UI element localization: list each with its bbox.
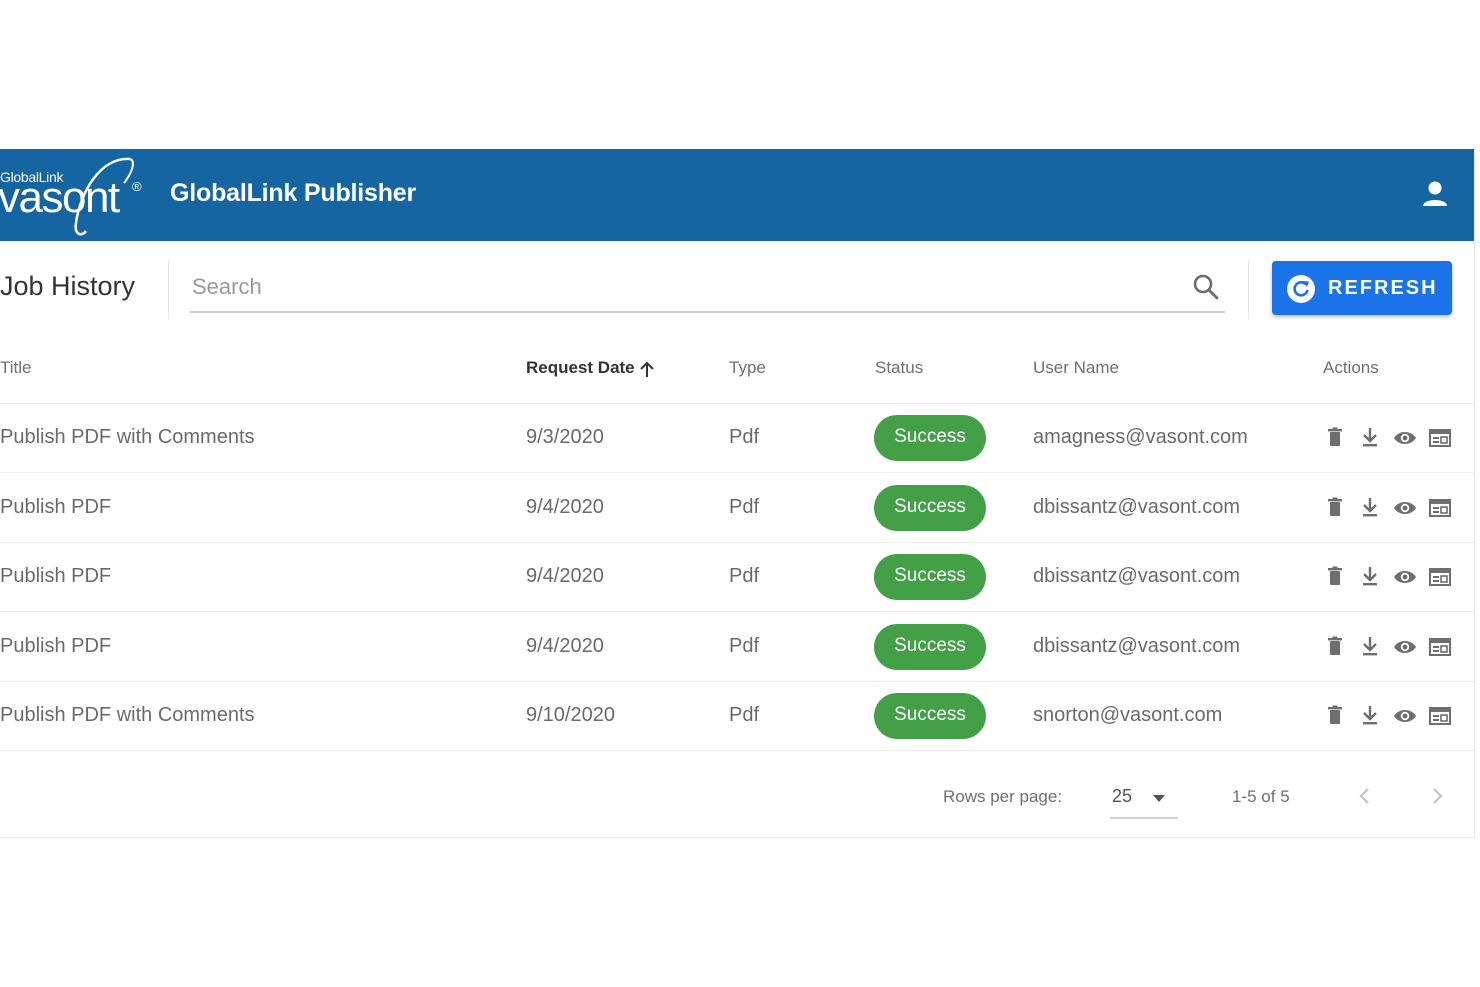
cell-user-name: dbissantz@vasont.com <box>1033 495 1241 518</box>
view-icon[interactable] <box>1392 425 1418 451</box>
rows-per-page-value: 25 <box>1112 786 1133 806</box>
column-header-label: Request Date <box>526 358 635 377</box>
column-header-type[interactable]: Type <box>729 358 766 378</box>
toolbar-divider <box>168 261 169 319</box>
column-header-status[interactable]: Status <box>875 358 923 378</box>
cell-type: Pdf <box>729 426 760 448</box>
cell-request-date: 9/3/2020 <box>526 426 604 448</box>
logo-main-text: vasont <box>0 173 120 222</box>
toolbar-divider <box>1248 261 1249 319</box>
table-row[interactable]: Publish PDF 9/4/2020 Pdf Success dbissantz@v… <box>0 473 1474 543</box>
cell-title: Publish PDF <box>0 565 112 587</box>
refresh-label: REFRESH <box>1328 277 1438 299</box>
cell-user-name: dbissantz@vasont.com <box>1033 565 1241 587</box>
column-header-request-date[interactable]: Request Date <box>526 358 655 378</box>
cell-user-name: snorton@vasont.com <box>1033 704 1223 726</box>
pagination-range: 1-5 of 5 <box>1232 787 1290 806</box>
search-input[interactable] <box>190 271 1174 303</box>
app-window: GlobalLink vasont ® GlobalLink Publisher… <box>0 149 1475 838</box>
cell-type: Pdf <box>729 634 760 657</box>
column-header-title[interactable]: Title <box>0 358 32 378</box>
row-actions <box>1322 703 1457 729</box>
cell-request-date: 9/10/2020 <box>526 704 615 726</box>
cell-title: Publish PDF with Comments <box>0 704 255 726</box>
row-actions <box>1322 425 1457 451</box>
column-header-actions: Actions <box>1323 358 1379 377</box>
table-row[interactable]: Publish PDF with Comments 9/10/2020 Pdf Suc… <box>0 681 1474 751</box>
row-actions <box>1322 634 1457 660</box>
rows-per-page-label: Rows per page: <box>943 787 1063 806</box>
details-icon[interactable] <box>1427 564 1453 590</box>
cell-title: Publish PDF <box>0 495 112 518</box>
cell-type: Pdf <box>729 704 760 726</box>
view-icon[interactable] <box>1392 703 1418 729</box>
cell-user-name: amagness@vasont.com <box>1033 426 1248 448</box>
vasont-logo: GlobalLink vasont ® <box>0 153 150 237</box>
pagination-bar: Rows per page: 25 1-5 of 5 <box>0 759 1474 837</box>
refresh-button[interactable]: REFRESH <box>1272 261 1452 315</box>
table-row[interactable]: Publish PDF 9/4/2020 Pdf Success dbissantz@v… <box>0 612 1474 682</box>
view-icon[interactable] <box>1392 634 1418 660</box>
delete-icon[interactable] <box>1322 564 1348 590</box>
rows-per-page-select[interactable]: 25 <box>1110 781 1178 819</box>
status-badge: Success <box>874 415 986 461</box>
cell-request-date: 9/4/2020 <box>526 565 604 587</box>
logo-registered-mark: ® <box>132 179 142 194</box>
details-icon[interactable] <box>1427 495 1453 521</box>
download-icon[interactable] <box>1357 564 1383 590</box>
download-icon[interactable] <box>1357 703 1383 729</box>
cell-type: Pdf <box>729 565 760 587</box>
table-row[interactable]: Publish PDF with Comments 9/3/2020 Pdf Succ… <box>0 403 1474 473</box>
status-badge: Success <box>874 484 986 531</box>
details-icon[interactable] <box>1427 425 1453 451</box>
delete-icon[interactable] <box>1322 425 1348 451</box>
chevron-left-icon[interactable] <box>1350 781 1380 811</box>
table-header: Title Request Date Type Status User Name… <box>0 331 1474 404</box>
download-icon[interactable] <box>1357 495 1383 521</box>
view-icon[interactable] <box>1392 495 1418 521</box>
arrow-up-icon <box>639 361 654 377</box>
app-title: GlobalLink Publisher <box>170 179 417 207</box>
dropdown-arrow-icon <box>1153 795 1165 802</box>
chevron-right-icon[interactable] <box>1422 781 1452 811</box>
delete-icon[interactable] <box>1322 495 1348 521</box>
details-icon[interactable] <box>1427 634 1453 660</box>
download-icon[interactable] <box>1357 425 1383 451</box>
download-icon[interactable] <box>1357 634 1383 660</box>
details-icon[interactable] <box>1427 703 1453 729</box>
row-actions <box>1322 495 1457 521</box>
status-badge: Success <box>874 554 986 600</box>
column-header-user-name[interactable]: User Name <box>1033 358 1119 378</box>
cell-title: Publish PDF with Comments <box>0 426 255 448</box>
search-icon[interactable] <box>1192 273 1220 301</box>
account-icon[interactable] <box>1420 179 1450 209</box>
row-actions <box>1322 564 1457 590</box>
cell-title: Publish PDF <box>0 634 112 657</box>
cell-user-name: dbissantz@vasont.com <box>1033 634 1241 657</box>
cell-request-date: 9/4/2020 <box>526 495 604 518</box>
cell-request-date: 9/4/2020 <box>526 634 604 657</box>
toolbar: Job History REFRESH <box>0 241 1474 331</box>
status-badge: Success <box>874 623 986 670</box>
delete-icon[interactable] <box>1322 703 1348 729</box>
status-badge: Success <box>874 693 986 739</box>
cell-type: Pdf <box>729 495 760 518</box>
search-field <box>190 265 1225 313</box>
app-bar: GlobalLink vasont ® GlobalLink Publisher <box>0 149 1474 241</box>
page-title: Job History <box>0 271 136 301</box>
view-icon[interactable] <box>1392 564 1418 590</box>
delete-icon[interactable] <box>1322 634 1348 660</box>
table-row[interactable]: Publish PDF 9/4/2020 Pdf Success dbissantz@v… <box>0 542 1474 612</box>
refresh-icon <box>1287 275 1315 303</box>
